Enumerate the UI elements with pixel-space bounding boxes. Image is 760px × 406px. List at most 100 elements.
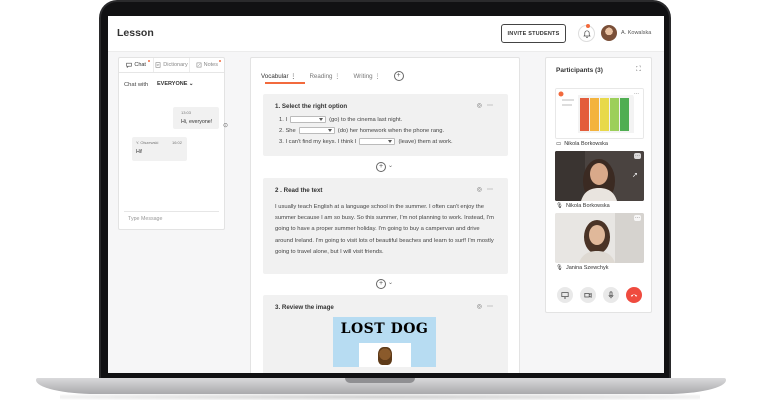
tab-menu-icon: ⋮ bbox=[374, 72, 381, 80]
notification-badge bbox=[586, 24, 590, 28]
tab-writing-label: Writing bbox=[353, 72, 373, 80]
exercise-card-3: 3. Review the image ◎⋯ LOST DOG bbox=[263, 295, 508, 373]
message-sender: Y. Olszewski bbox=[136, 140, 159, 145]
chat-icon bbox=[126, 62, 133, 68]
avatar[interactable] bbox=[601, 25, 617, 41]
add-tab-button[interactable]: + bbox=[393, 71, 404, 81]
exercise-line-2: 2. She (do) her homework when the phone … bbox=[279, 127, 444, 134]
more-icon[interactable]: ⋯ bbox=[487, 304, 498, 310]
chat-unread-dot bbox=[148, 60, 151, 62]
chevron-down-icon: ⌄ bbox=[188, 81, 194, 87]
lost-dog-poster-image: LOST DOG bbox=[333, 317, 436, 367]
chat-recipient-select[interactable]: EVERYONE ⌄ bbox=[157, 81, 194, 87]
hide-icon[interactable]: ◎ bbox=[477, 103, 487, 109]
user-name: A. Kowalska bbox=[621, 30, 652, 36]
tab-notes[interactable]: Notes bbox=[190, 58, 224, 72]
exercise-line-3: 3. I can't find my keys. I think I (leav… bbox=[279, 138, 453, 145]
chevron-down-icon[interactable]: ⌄ bbox=[388, 279, 393, 286]
top-bar: Lesson INVITE STUDENTS A. Kowalska bbox=[108, 16, 664, 52]
chat-recipient-value: EVERYONE bbox=[157, 81, 188, 87]
line-prefix: 3. I can't find my keys. I think I bbox=[279, 138, 357, 145]
line-suffix: (go) to the cinema last night. bbox=[329, 116, 403, 123]
line-prefix: 1. I bbox=[279, 116, 288, 123]
microphone-muted-icon: 🎙 bbox=[556, 265, 563, 271]
end-call-icon bbox=[630, 294, 638, 297]
notes-unread-dot bbox=[218, 60, 221, 62]
chat-divider bbox=[124, 211, 219, 212]
invite-students-button[interactable]: INVITE STUDENTS bbox=[501, 24, 566, 43]
exercise-actions: ◎⋯ bbox=[477, 102, 498, 109]
participants-title: Participants (3) bbox=[556, 67, 603, 74]
more-icon[interactable]: ⋯ bbox=[487, 187, 498, 193]
answer-dropdown-2[interactable] bbox=[298, 127, 335, 134]
tab-writing[interactable]: Writing ⋮ bbox=[353, 73, 380, 80]
answer-dropdown-3[interactable] bbox=[359, 138, 396, 145]
exercise-card-1: 1. Select the right option ◎⋯ 1. I (go) … bbox=[263, 94, 508, 156]
laptop-shadow bbox=[60, 394, 700, 400]
screen-share-icon bbox=[561, 292, 569, 299]
laptop-notch bbox=[345, 378, 415, 383]
screen-share-icon: ▭ bbox=[556, 141, 562, 147]
hide-icon[interactable]: ◎ bbox=[477, 304, 487, 310]
participant-name: Nikola Borkowska bbox=[565, 203, 610, 209]
chat-message-incoming: Y. Olszewski 16:02 Hi! bbox=[132, 137, 187, 161]
app-screen: Lesson INVITE STUDENTS A. Kowalska Chat … bbox=[108, 16, 664, 373]
chevron-down-icon[interactable]: ⌄ bbox=[388, 162, 393, 169]
participant-name-row: ▭ Nikola Borkowska bbox=[556, 141, 608, 147]
message-text: Hi, everyone! bbox=[181, 119, 213, 125]
exercise-title: 2 . Read the text bbox=[275, 187, 323, 194]
message-time: 16:02 bbox=[171, 140, 182, 145]
end-call-button[interactable] bbox=[626, 287, 642, 303]
tab-reading-label: Reading bbox=[309, 72, 333, 80]
exercise-actions: ◎⋯ bbox=[477, 186, 498, 193]
add-exercise-button[interactable]: + bbox=[376, 279, 386, 289]
microphone-icon bbox=[608, 291, 614, 299]
microphone-button[interactable] bbox=[603, 287, 619, 303]
participant-name: Nikola Borkowska bbox=[564, 141, 608, 147]
camera-button[interactable] bbox=[580, 287, 596, 303]
tab-chat[interactable]: Chat bbox=[119, 58, 155, 72]
tab-notes-label: Notes bbox=[203, 62, 218, 68]
tile-menu-icon[interactable]: ⋯ bbox=[634, 153, 641, 159]
hide-icon[interactable]: ◎ bbox=[477, 187, 487, 193]
exercise-title: 3. Review the image bbox=[275, 304, 334, 311]
tab-dictionary-label: Dictionary bbox=[163, 62, 188, 68]
chat-tabs: Chat Dictionary Notes bbox=[119, 58, 224, 73]
tab-chat-label: Chat bbox=[134, 62, 146, 68]
chat-panel: Chat Dictionary Notes Chat with EVERYONE… bbox=[118, 57, 228, 230]
chat-message-outgoing: 13:03 Hi, everyone! bbox=[173, 107, 219, 129]
add-exercise-button[interactable]: + bbox=[376, 162, 386, 172]
participant-name-row: 🎙 Nikola Borkowska bbox=[556, 203, 610, 209]
message-text: Hi! bbox=[136, 149, 143, 155]
notes-icon bbox=[196, 62, 202, 68]
dog-figure bbox=[378, 347, 392, 365]
dog-photo bbox=[359, 343, 411, 367]
reading-text: I usually teach English at a language sc… bbox=[275, 204, 494, 255]
poster-headline: LOST DOG bbox=[340, 321, 429, 337]
tab-reading[interactable]: Reading ⋮ bbox=[309, 73, 340, 80]
tab-dictionary[interactable]: Dictionary bbox=[154, 58, 190, 72]
participant-name-row: 🎙 Janina Szewchyk bbox=[556, 265, 608, 271]
participant-tile-screen-share[interactable]: ⋯ bbox=[555, 88, 644, 139]
message-time: 13:03 bbox=[181, 110, 192, 115]
chat-message-input[interactable]: Type Message bbox=[128, 216, 162, 222]
tab-vocabular[interactable]: Vocabular ⋮ bbox=[261, 73, 296, 80]
microphone-icon: 🎙 bbox=[556, 203, 563, 209]
tile-menu-icon[interactable]: ⋯ bbox=[634, 215, 641, 221]
more-icon[interactable]: ⋯ bbox=[487, 103, 498, 109]
dictionary-icon bbox=[155, 62, 161, 68]
exercise-actions: ◎⋯ bbox=[477, 303, 498, 310]
screen-share-button[interactable] bbox=[557, 287, 573, 303]
participant-video-feed bbox=[555, 213, 644, 263]
fullscreen-icon[interactable]: ⛶ bbox=[636, 66, 641, 74]
participant-tile-video[interactable]: ⋯ bbox=[555, 213, 644, 263]
shared-screen-thumbnail bbox=[556, 89, 643, 138]
line-suffix: (do) her homework when the phone rang. bbox=[337, 127, 445, 134]
exercise-card-2: 2 . Read the text ◎⋯ I usually teach Eng… bbox=[263, 178, 508, 274]
participants-panel: Participants (3) ⛶ ⋯ ▭Nikola Borkowska bbox=[545, 57, 652, 313]
participant-name: Janina Szewchyk bbox=[565, 265, 609, 271]
active-tab-indicator bbox=[265, 82, 305, 84]
tile-menu-icon[interactable]: ⋯ bbox=[633, 91, 640, 97]
participant-tile-video[interactable]: ⋯ ➚ bbox=[555, 151, 644, 201]
answer-dropdown-1[interactable] bbox=[290, 116, 327, 123]
